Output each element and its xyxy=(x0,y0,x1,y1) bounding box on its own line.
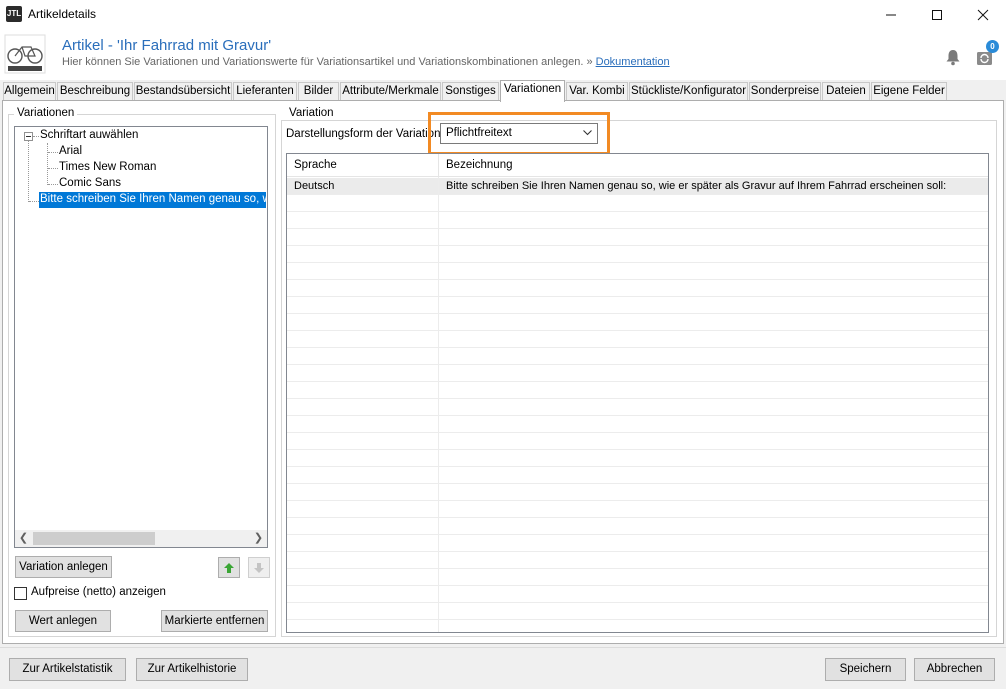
empty-row xyxy=(287,314,988,331)
tab-bestandsuebersicht[interactable]: Bestandsübersicht xyxy=(134,82,232,101)
close-icon xyxy=(977,9,989,21)
tab-sonstiges[interactable]: Sonstiges xyxy=(442,82,499,101)
empty-row xyxy=(287,348,988,365)
tree-item-times-new-roman[interactable]: Times New Roman xyxy=(59,161,156,173)
move-up-button[interactable] xyxy=(218,557,240,578)
empty-row xyxy=(287,246,988,263)
scroll-right-arrow-icon[interactable]: ❯ xyxy=(250,530,267,547)
tree-line xyxy=(28,141,29,202)
tree-line xyxy=(47,143,48,185)
empty-row xyxy=(287,552,988,569)
empty-row xyxy=(287,280,988,297)
cell-bezeichnung[interactable]: Bitte schreiben Sie Ihren Namen genau so… xyxy=(439,178,988,195)
scroll-left-arrow-icon[interactable]: ❮ xyxy=(15,530,32,547)
empty-row xyxy=(287,535,988,552)
empty-row xyxy=(287,467,988,484)
tree-line xyxy=(48,168,58,169)
tree-line xyxy=(48,184,58,185)
tab-eigene-felder[interactable]: Eigene Felder xyxy=(871,82,947,101)
tab-strip: Allgemein Beschreibung Bestandsübersicht… xyxy=(0,80,1006,102)
maximize-button[interactable] xyxy=(914,0,960,28)
tab-sonderpreise[interactable]: Sonderpreise xyxy=(749,82,821,101)
collapse-icon[interactable] xyxy=(24,132,33,141)
maximize-icon xyxy=(932,10,942,21)
notification-badge: 0 xyxy=(986,40,999,53)
tab-attribute-merkmale[interactable]: Attribute/Merkmale xyxy=(340,82,441,101)
show-surcharges-checkbox[interactable] xyxy=(14,587,27,600)
close-button[interactable] xyxy=(960,0,1006,28)
variation-group-label: Variation xyxy=(286,107,337,119)
article-statistics-button[interactable]: Zur Artikelstatistik xyxy=(9,658,126,681)
subtitle-text: Hier können Sie Variationen und Variatio… xyxy=(62,56,596,68)
tab-stueckliste-konfigurator[interactable]: Stückliste/Konfigurator xyxy=(629,82,748,101)
empty-row xyxy=(287,212,988,229)
display-form-label: Darstellungsform der Variation: xyxy=(286,128,444,140)
column-header-sprache[interactable]: Sprache xyxy=(287,154,439,177)
tree-line xyxy=(33,136,39,137)
empty-row xyxy=(287,416,988,433)
empty-row xyxy=(287,501,988,518)
bell-icon[interactable] xyxy=(944,48,962,66)
article-history-button[interactable]: Zur Artikelhistorie xyxy=(136,658,248,681)
tree-item-comic-sans[interactable]: Comic Sans xyxy=(59,177,121,189)
tab-beschreibung[interactable]: Beschreibung xyxy=(57,82,133,101)
variationen-group-label: Variationen xyxy=(14,107,78,119)
empty-row xyxy=(287,365,988,382)
translation-grid[interactable]: Sprache Bezeichnung Deutsch Bitte schrei… xyxy=(286,153,989,633)
empty-row xyxy=(287,195,988,212)
empty-row xyxy=(287,433,988,450)
arrow-down-icon xyxy=(254,562,264,573)
footer-divider xyxy=(0,647,1006,648)
empty-row xyxy=(287,484,988,501)
jtl-app-icon: JTL xyxy=(6,6,22,22)
arrow-up-icon xyxy=(224,562,234,573)
tab-var-kombi[interactable]: Var. Kombi xyxy=(566,82,628,101)
page-subtitle: Hier können Sie Variationen und Variatio… xyxy=(62,56,670,68)
empty-row xyxy=(287,263,988,280)
tab-variationen[interactable]: Variationen xyxy=(500,80,565,102)
minimize-button[interactable] xyxy=(868,0,914,28)
title-bar: JTL Artikeldetails xyxy=(0,0,1006,28)
tree-line xyxy=(29,201,39,202)
tree-horizontal-scrollbar[interactable]: ❮ ❯ xyxy=(15,530,267,547)
empty-row xyxy=(287,331,988,348)
tree-line xyxy=(48,152,58,153)
empty-row xyxy=(287,518,988,535)
tab-bilder[interactable]: Bilder xyxy=(298,82,339,101)
tree-item-selected-freetext[interactable]: Bitte schreiben Sie Ihren Namen genau so… xyxy=(39,192,266,208)
bicycle-article-icon xyxy=(4,34,46,74)
tree-item-schriftart[interactable]: Schriftart auwählen xyxy=(40,129,138,141)
documentation-link[interactable]: Dokumentation xyxy=(596,56,670,68)
show-surcharges-label[interactable]: Aufpreise (netto) anzeigen xyxy=(31,586,166,598)
cancel-button[interactable]: Abbrechen xyxy=(914,658,995,681)
add-value-button[interactable]: Wert anlegen xyxy=(15,610,111,632)
scroll-thumb[interactable] xyxy=(33,532,155,545)
tab-lieferanten[interactable]: Lieferanten xyxy=(233,82,297,101)
column-header-bezeichnung[interactable]: Bezeichnung xyxy=(439,154,988,177)
save-button[interactable]: Speichern xyxy=(825,658,906,681)
column-divider xyxy=(438,177,439,632)
window-title: Artikeldetails xyxy=(28,7,97,21)
add-variation-button[interactable]: Variation anlegen xyxy=(15,556,112,578)
highlight-annotation xyxy=(428,112,610,155)
empty-row xyxy=(287,569,988,586)
variation-tree[interactable]: Schriftart auwählen Arial Times New Roma… xyxy=(14,126,268,548)
tab-allgemein[interactable]: Allgemein xyxy=(3,82,56,101)
table-row[interactable]: Deutsch Bitte schreiben Sie Ihren Namen … xyxy=(287,178,988,195)
empty-row xyxy=(287,382,988,399)
empty-row xyxy=(287,603,988,620)
cell-sprache[interactable]: Deutsch xyxy=(287,178,439,195)
empty-row xyxy=(287,586,988,603)
empty-row xyxy=(287,229,988,246)
empty-row xyxy=(287,297,988,314)
remove-marked-button[interactable]: Markierte entfernen xyxy=(161,610,268,632)
minimize-icon xyxy=(886,14,896,16)
page-title: Artikel - 'Ihr Fahrrad mit Gravur' xyxy=(62,37,272,54)
empty-row xyxy=(287,399,988,416)
empty-row xyxy=(287,450,988,467)
header: Artikel - 'Ihr Fahrrad mit Gravur' Hier … xyxy=(0,28,1006,80)
move-down-button[interactable] xyxy=(248,557,270,578)
tree-item-arial[interactable]: Arial xyxy=(59,145,82,157)
tab-dateien[interactable]: Dateien xyxy=(822,82,870,101)
